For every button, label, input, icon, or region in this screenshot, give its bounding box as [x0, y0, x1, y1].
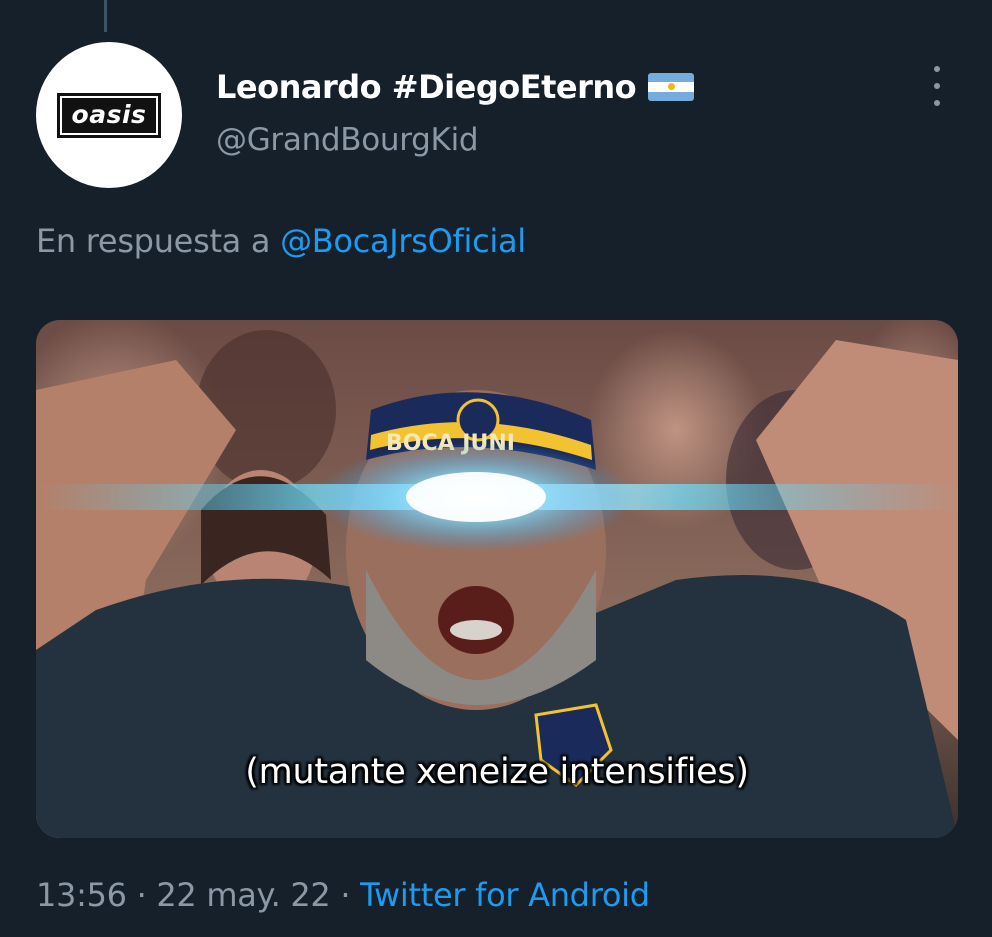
tweet-meta: 13:56 · 22 may. 22 · Twitter for Android — [36, 876, 650, 914]
thread-connector-line — [104, 0, 107, 32]
oasis-logo: oasis — [56, 92, 162, 138]
display-name-row: Leonardo #DiegoEterno — [216, 66, 695, 108]
tweet-date[interactable]: 22 may. 22 — [156, 876, 330, 914]
avatar[interactable]: oasis — [36, 42, 182, 188]
more-options-icon[interactable] — [926, 66, 948, 106]
meta-separator-2: · — [340, 876, 351, 914]
meta-separator: · — [136, 876, 147, 914]
reply-prefix: En respuesta a — [36, 222, 271, 260]
reply-context: En respuesta a @BocaJrsOficial — [36, 222, 526, 260]
media-caption: (mutante xeneize intensifies) — [245, 752, 749, 792]
tweet-time[interactable]: 13:56 — [36, 876, 127, 914]
avatar-logo-text: oasis — [61, 97, 157, 133]
argentina-flag-icon — [648, 73, 695, 101]
reply-mention-link[interactable]: @BocaJrsOficial — [280, 222, 526, 260]
user-handle[interactable]: @GrandBourgKid — [216, 122, 694, 158]
display-name[interactable]: Leonardo #DiegoEterno — [216, 68, 637, 106]
tweet-source-link[interactable]: Twitter for Android — [360, 876, 650, 914]
tweet-page: oasis Leonardo #DiegoEterno @GrandBourgK… — [0, 0, 992, 937]
tweet-media-image[interactable]: BOCA JUNI (mutante xeneize intensifies) — [36, 320, 958, 838]
user-block: Leonardo #DiegoEterno @GrandBourgKid — [216, 66, 695, 158]
